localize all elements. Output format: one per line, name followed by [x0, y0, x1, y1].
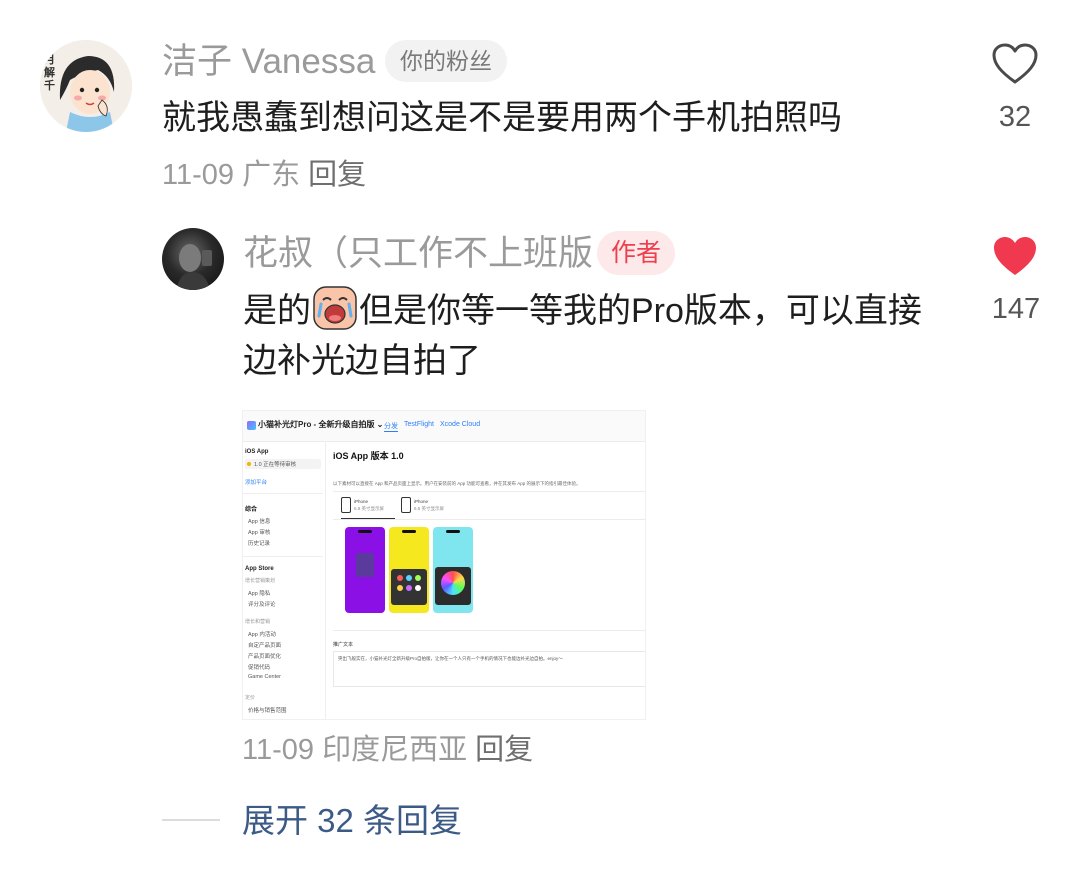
- shot-device-name: iPhone: [354, 499, 369, 504]
- reply-like-count: 147: [991, 293, 1041, 325]
- author-badge: 作者: [597, 231, 676, 275]
- crying-face-emoji-icon: [313, 286, 357, 330]
- phone-notch: [358, 530, 372, 533]
- reply-text-line2[interactable]: 边补光边自拍了: [243, 338, 481, 384]
- expand-replies-button[interactable]: 展开 32 条回复: [242, 800, 462, 842]
- shot-divider: [333, 519, 645, 520]
- reply-reply-button[interactable]: 回复: [475, 734, 533, 766]
- reply-text-line1[interactable]: 是的 但是你等一等我的Pro版本，可以直接: [243, 286, 922, 334]
- phone-notch: [402, 530, 416, 533]
- shot-description: 以下素材可以直接在 App 和产品页面上显示。用户在安装前的 App 功能可查看…: [333, 481, 581, 486]
- shot-tab-xcode-cloud: Xcode Cloud: [440, 421, 481, 428]
- shot-promo-field: 突出飞般实在，小猫补光灯全新升级Pro自拍版，让你在一个人只有一个手机的情况下也…: [333, 651, 645, 687]
- color-swatch-icon: [415, 575, 421, 581]
- shot-header: 小猫补光灯Pro - 全新升级自拍版 ⌄ 分发 TestFlight Xcode…: [243, 411, 645, 442]
- app-icon: [247, 421, 256, 430]
- reply-meta: 11-09 印度尼西亚 回复: [242, 731, 533, 769]
- comment-location: 广东: [242, 159, 301, 191]
- reply-text-part1: 是的: [243, 292, 311, 330]
- shot-divider: [333, 491, 645, 492]
- expand-divider: [162, 819, 220, 821]
- shot-sidebar-general: 综合: [245, 507, 258, 513]
- shot-sidebar-item: App 信息: [248, 519, 271, 525]
- comment-text[interactable]: 就我愚蠢到想问这是不是要用两个手机拍照吗: [162, 96, 842, 140]
- heart-outline-icon[interactable]: [991, 42, 1039, 86]
- shot-phone-purple: [345, 527, 385, 613]
- shot-sidebar-item: App 隐私: [248, 591, 271, 597]
- shot-promo-label: 推广文本: [333, 642, 354, 648]
- shot-sidebar-store: App Store: [245, 566, 274, 572]
- heart-filled-icon[interactable]: [991, 234, 1039, 278]
- comment-meta: 11-09 广东 回复: [162, 156, 366, 194]
- fan-badge: 你的粉丝: [385, 40, 507, 82]
- shot-divider: [333, 630, 645, 631]
- shot-sidebar-item: 促销代码: [248, 665, 271, 671]
- shot-tab-testflight: TestFlight: [404, 421, 434, 428]
- author-photo-image: [176, 244, 212, 290]
- shot-main-title: iOS App 版本 1.0: [333, 451, 404, 461]
- avatar-calligraphy-text: 月解千: [44, 54, 55, 92]
- color-swatch-icon: [397, 575, 403, 581]
- reply-date: 11-09: [242, 734, 315, 766]
- shot-divider: [243, 493, 323, 494]
- comment-like-count: 32: [998, 101, 1032, 133]
- shot-phone-yellow: [389, 527, 429, 613]
- shot-sidebar-item: 自定产品页面: [248, 643, 282, 649]
- phone-notch: [446, 530, 460, 533]
- author-avatar[interactable]: [162, 228, 224, 290]
- shot-promo-text: 突出飞般实在，小猫补光灯全新升级Pro自拍版，让你在一个人只有一个手机的情况下也…: [338, 656, 563, 661]
- shot-sidebar-ios: iOS App: [245, 449, 269, 455]
- status-dot-icon: [247, 462, 251, 466]
- shot-device-size: 6.9 英寸显示屏: [354, 506, 385, 511]
- attached-screenshot[interactable]: 小猫补光灯Pro - 全新升级自拍版 ⌄ 分发 TestFlight Xcode…: [242, 410, 646, 720]
- shot-sidebar-item: App 内活动: [248, 632, 276, 638]
- commenter-avatar[interactable]: 月解千: [40, 40, 132, 132]
- shot-sidebar-sub: 定价: [245, 695, 256, 701]
- color-swatch-icon: [406, 575, 412, 581]
- shot-sidebar-item: App 审核: [248, 530, 271, 536]
- shot-sidebar-item: Game Center: [248, 674, 282, 680]
- reply-text-part2: 但是你等一等我的Pro版本，可以直接: [359, 292, 922, 330]
- shot-add-platform: 添加平台: [245, 480, 268, 486]
- comment-date: 11-09: [162, 159, 235, 191]
- color-swatch-icon: [415, 585, 421, 591]
- iphone-device-icon: [401, 497, 411, 513]
- shot-version-status: 1.0 正在等待审核: [254, 462, 297, 468]
- shot-divider: [243, 556, 323, 557]
- author-username[interactable]: 花叔（只工作不上班版: [243, 232, 593, 276]
- iphone-device-icon: [341, 497, 351, 513]
- shot-sidebar-sub: 增长和营销: [245, 619, 271, 625]
- shot-sidebar-item: 产品页面优化: [248, 654, 282, 660]
- shot-sidebar-item: 评分及评论: [248, 602, 276, 608]
- shot-app-title: 小猫补光灯Pro - 全新升级自拍版 ⌄: [258, 420, 384, 429]
- color-swatch-icon: [397, 585, 403, 591]
- shot-device-name: iPhone: [414, 499, 429, 504]
- phone-photo-thumb: [356, 553, 374, 577]
- reply-location: 印度尼西亚: [322, 734, 468, 766]
- shot-tab-distribution: 分发: [384, 423, 398, 432]
- shot-sidebar-item: 价格与销售范围: [248, 708, 287, 714]
- shot-sidebar-item: 历史记录: [248, 541, 271, 547]
- color-swatch-icon: [406, 585, 412, 591]
- shot-phone-cyan: [433, 527, 473, 613]
- shot-device-size: 6.5 英寸显示屏: [414, 506, 445, 511]
- commenter-username[interactable]: 洁子 Vanessa: [162, 40, 375, 84]
- shot-sidebar: iOS App 1.0 正在等待审核 添加平台 综合 App 信息 App 审核…: [243, 441, 326, 719]
- color-wheel-icon: [441, 571, 465, 595]
- shot-sidebar-sub: 增长营销策划: [245, 578, 276, 584]
- comment-reply-button[interactable]: 回复: [308, 159, 366, 191]
